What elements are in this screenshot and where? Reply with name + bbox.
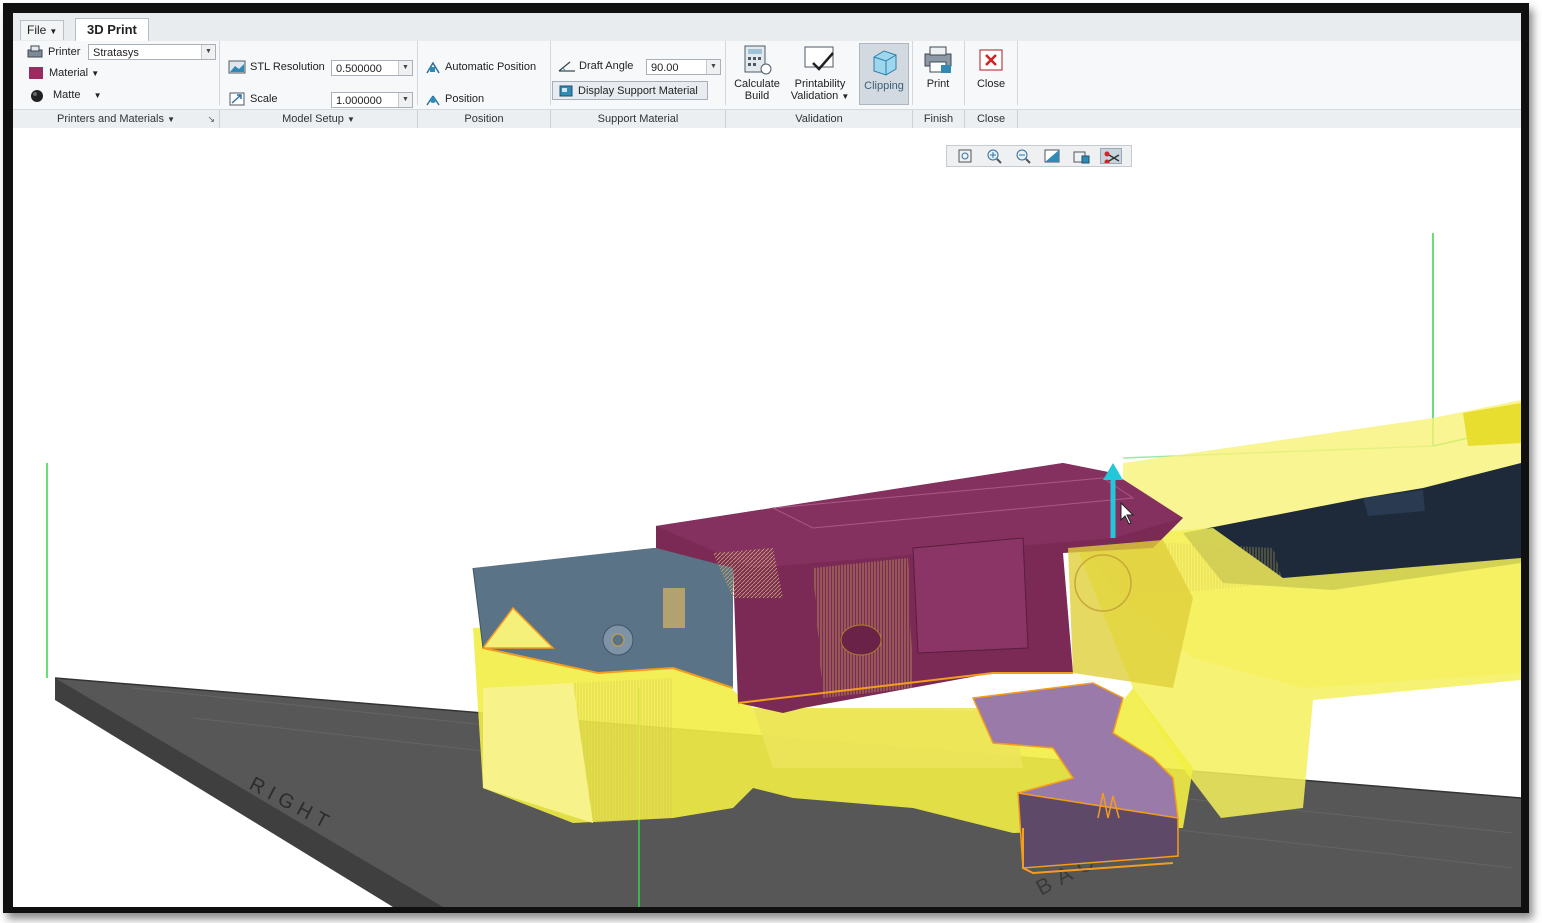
group-separator <box>550 41 551 105</box>
printer-select-value: Stratasys <box>93 47 139 59</box>
calculate-build-button[interactable]: Calculate Build <box>731 45 783 102</box>
app-window: File ▼ 3D Print Printer Stratasys ▼ Materi… <box>13 13 1521 907</box>
printer-label: Printer <box>48 46 81 58</box>
group-separator <box>219 41 220 105</box>
model-scene: RIGHT BACK <box>46 233 1521 907</box>
dialog-launcher-icon[interactable]: ↘ <box>207 110 215 128</box>
screenshot-frame: File ▼ 3D Print Printer Stratasys ▼ Materi… <box>3 3 1529 913</box>
group-label-model-setup: Model Setup <box>282 113 344 125</box>
chevron-down-icon: ▼ <box>706 60 720 74</box>
calculator-icon <box>744 45 772 75</box>
graphics-viewport[interactable]: RIGHT BACK <box>13 128 1521 907</box>
finish-label: Matte <box>53 89 81 101</box>
printability-validation-icon <box>804 46 834 71</box>
scale-label: Scale <box>250 93 278 105</box>
print-label: Print <box>926 78 950 90</box>
group-model-setup[interactable]: Model Setup ▼ <box>220 110 418 128</box>
printer-select[interactable]: Stratasys ▼ <box>88 44 216 60</box>
ribbon-group-labels: Printers and Materials ▼ ↘ Model Setup ▼… <box>13 109 1521 129</box>
chevron-down-icon: ▼ <box>398 93 412 107</box>
group-label-validation: Validation <box>726 110 913 128</box>
chevron-down-icon: ▼ <box>841 92 850 101</box>
group-label-support-material: Support Material <box>551 110 726 128</box>
matte-sphere-icon <box>31 90 43 102</box>
material-dropdown[interactable]: Material ▼ <box>49 67 99 79</box>
draft-angle-select[interactable]: 90.00 ▼ <box>646 59 721 75</box>
chevron-down-icon: ▼ <box>398 61 412 75</box>
display-support-material-button[interactable]: Display Support Material <box>552 81 708 100</box>
finish-dropdown[interactable]: Matte ▼ <box>53 89 102 101</box>
calculate-build-label-1: Calculate <box>734 78 780 90</box>
automatic-position-label: Automatic Position <box>445 60 537 73</box>
position-label: Position <box>445 92 485 105</box>
calculate-build-label-2: Build <box>744 90 770 102</box>
support-material-icon <box>559 85 573 97</box>
stl-resolution-value: 0.500000 <box>336 63 382 75</box>
group-separator <box>912 41 913 105</box>
automatic-position-button[interactable]: Automatic Position <box>425 60 536 74</box>
group-separator <box>725 41 726 105</box>
material-label: Material <box>49 67 89 79</box>
printability-validation-label-1: Printability <box>794 78 846 90</box>
ribbon-tab-strip: File ▼ 3D Print <box>13 13 1521 43</box>
clipping-label: Clipping <box>864 80 904 92</box>
chevron-down-icon: ▼ <box>167 115 175 124</box>
close-button[interactable]: Close <box>969 45 1013 90</box>
group-separator <box>964 41 965 105</box>
scale-icon <box>229 92 245 106</box>
group-label-finish: Finish <box>913 110 965 128</box>
close-label: Close <box>976 78 1006 90</box>
display-support-material-label: Display Support Material <box>578 85 698 97</box>
file-menu-tab[interactable]: File ▼ <box>20 20 65 40</box>
draft-angle-value: 90.00 <box>651 62 679 74</box>
printability-validation-label-2: Validation <box>790 90 839 102</box>
group-printers-materials[interactable]: Printers and Materials ▼ ↘ <box>13 110 220 128</box>
stl-resolution-icon <box>228 60 246 74</box>
chevron-down-icon: ▼ <box>49 27 58 36</box>
stl-resolution-select[interactable]: 0.500000 ▼ <box>331 60 413 76</box>
scale-value: 1.000000 <box>336 95 382 107</box>
position-button[interactable]: Position <box>425 92 484 106</box>
group-label-position: Position <box>418 110 551 128</box>
group-separator <box>417 41 418 105</box>
tab-3d-print[interactable]: 3D Print <box>75 18 149 43</box>
chevron-down-icon: ▼ <box>201 45 215 59</box>
scale-select[interactable]: 1.000000 ▼ <box>331 92 413 108</box>
group-label-printers-materials: Printers and Materials <box>57 113 164 125</box>
automatic-position-icon <box>426 61 440 74</box>
ribbon-panel: Printer Stratasys ▼ Material ▼ Matte ▼ ST… <box>13 41 1521 109</box>
printability-validation-button[interactable]: Printability Validation ▼ <box>789 45 851 103</box>
group-separator <box>1017 41 1018 105</box>
chevron-down-icon: ▼ <box>346 115 355 124</box>
printer-icon <box>27 45 43 58</box>
material-swatch-icon <box>29 67 43 79</box>
position-icon <box>426 95 440 106</box>
chevron-down-icon: ▼ <box>93 91 102 100</box>
clipping-cube-icon <box>873 50 897 76</box>
draft-angle-icon <box>558 61 575 72</box>
close-icon <box>979 49 1003 71</box>
group-label-close: Close <box>965 110 1018 128</box>
draft-angle-label: Draft Angle <box>579 60 634 72</box>
stl-resolution-label: STL Resolution <box>250 61 325 73</box>
print-icon <box>924 46 952 73</box>
file-menu-label: File <box>27 23 47 37</box>
draft-angle-label-wrap: Draft Angle <box>558 60 633 72</box>
print-button[interactable]: Print <box>917 45 959 90</box>
chevron-down-icon: ▼ <box>91 69 100 78</box>
clipping-button[interactable]: Clipping <box>859 43 909 105</box>
